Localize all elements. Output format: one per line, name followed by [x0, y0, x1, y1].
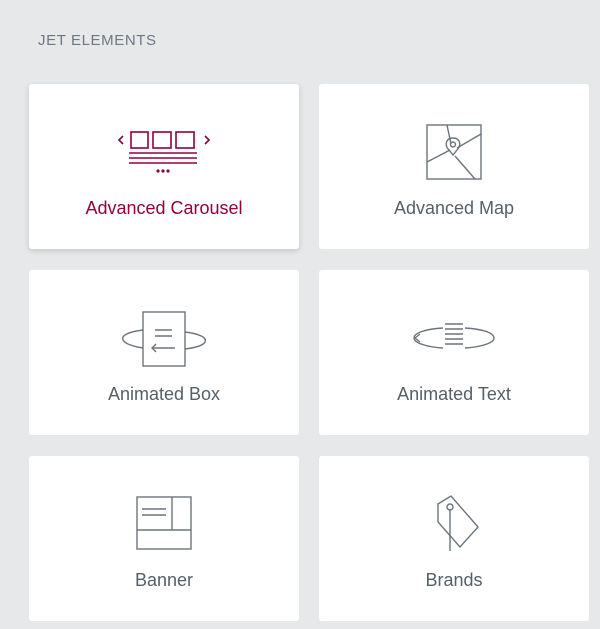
animated-text-icon: [399, 308, 509, 370]
widget-label-brands: Brands: [425, 570, 483, 590]
widget-card-animated-text[interactable]: Animated Text: [319, 270, 589, 435]
widget-card-banner[interactable]: Banner: [29, 456, 299, 621]
widget-label-banner: Banner: [134, 570, 194, 590]
section-title: JET ELEMENTS: [38, 32, 157, 49]
banner-icon: [109, 494, 219, 556]
widget-card-advanced-carousel[interactable]: Advanced Carousel: [29, 84, 299, 249]
brands-icon: [399, 494, 509, 556]
advanced-map-icon: [399, 122, 509, 184]
widget-card-advanced-map[interactable]: Advanced Map: [319, 84, 589, 249]
widget-label-animated-text: Animated Text: [397, 384, 511, 404]
animated-box-icon: [109, 308, 219, 370]
widget-grid: Advanced Carousel Advanced Map Animated …: [29, 84, 589, 621]
advanced-carousel-icon: [109, 122, 219, 184]
widget-label-animated-box: Animated Box: [107, 384, 221, 404]
widget-label-advanced-carousel: Advanced Carousel: [85, 198, 243, 218]
widget-card-brands[interactable]: Brands: [319, 456, 589, 621]
widget-card-animated-box[interactable]: Animated Box: [29, 270, 299, 435]
widget-label-advanced-map: Advanced Map: [393, 198, 515, 218]
